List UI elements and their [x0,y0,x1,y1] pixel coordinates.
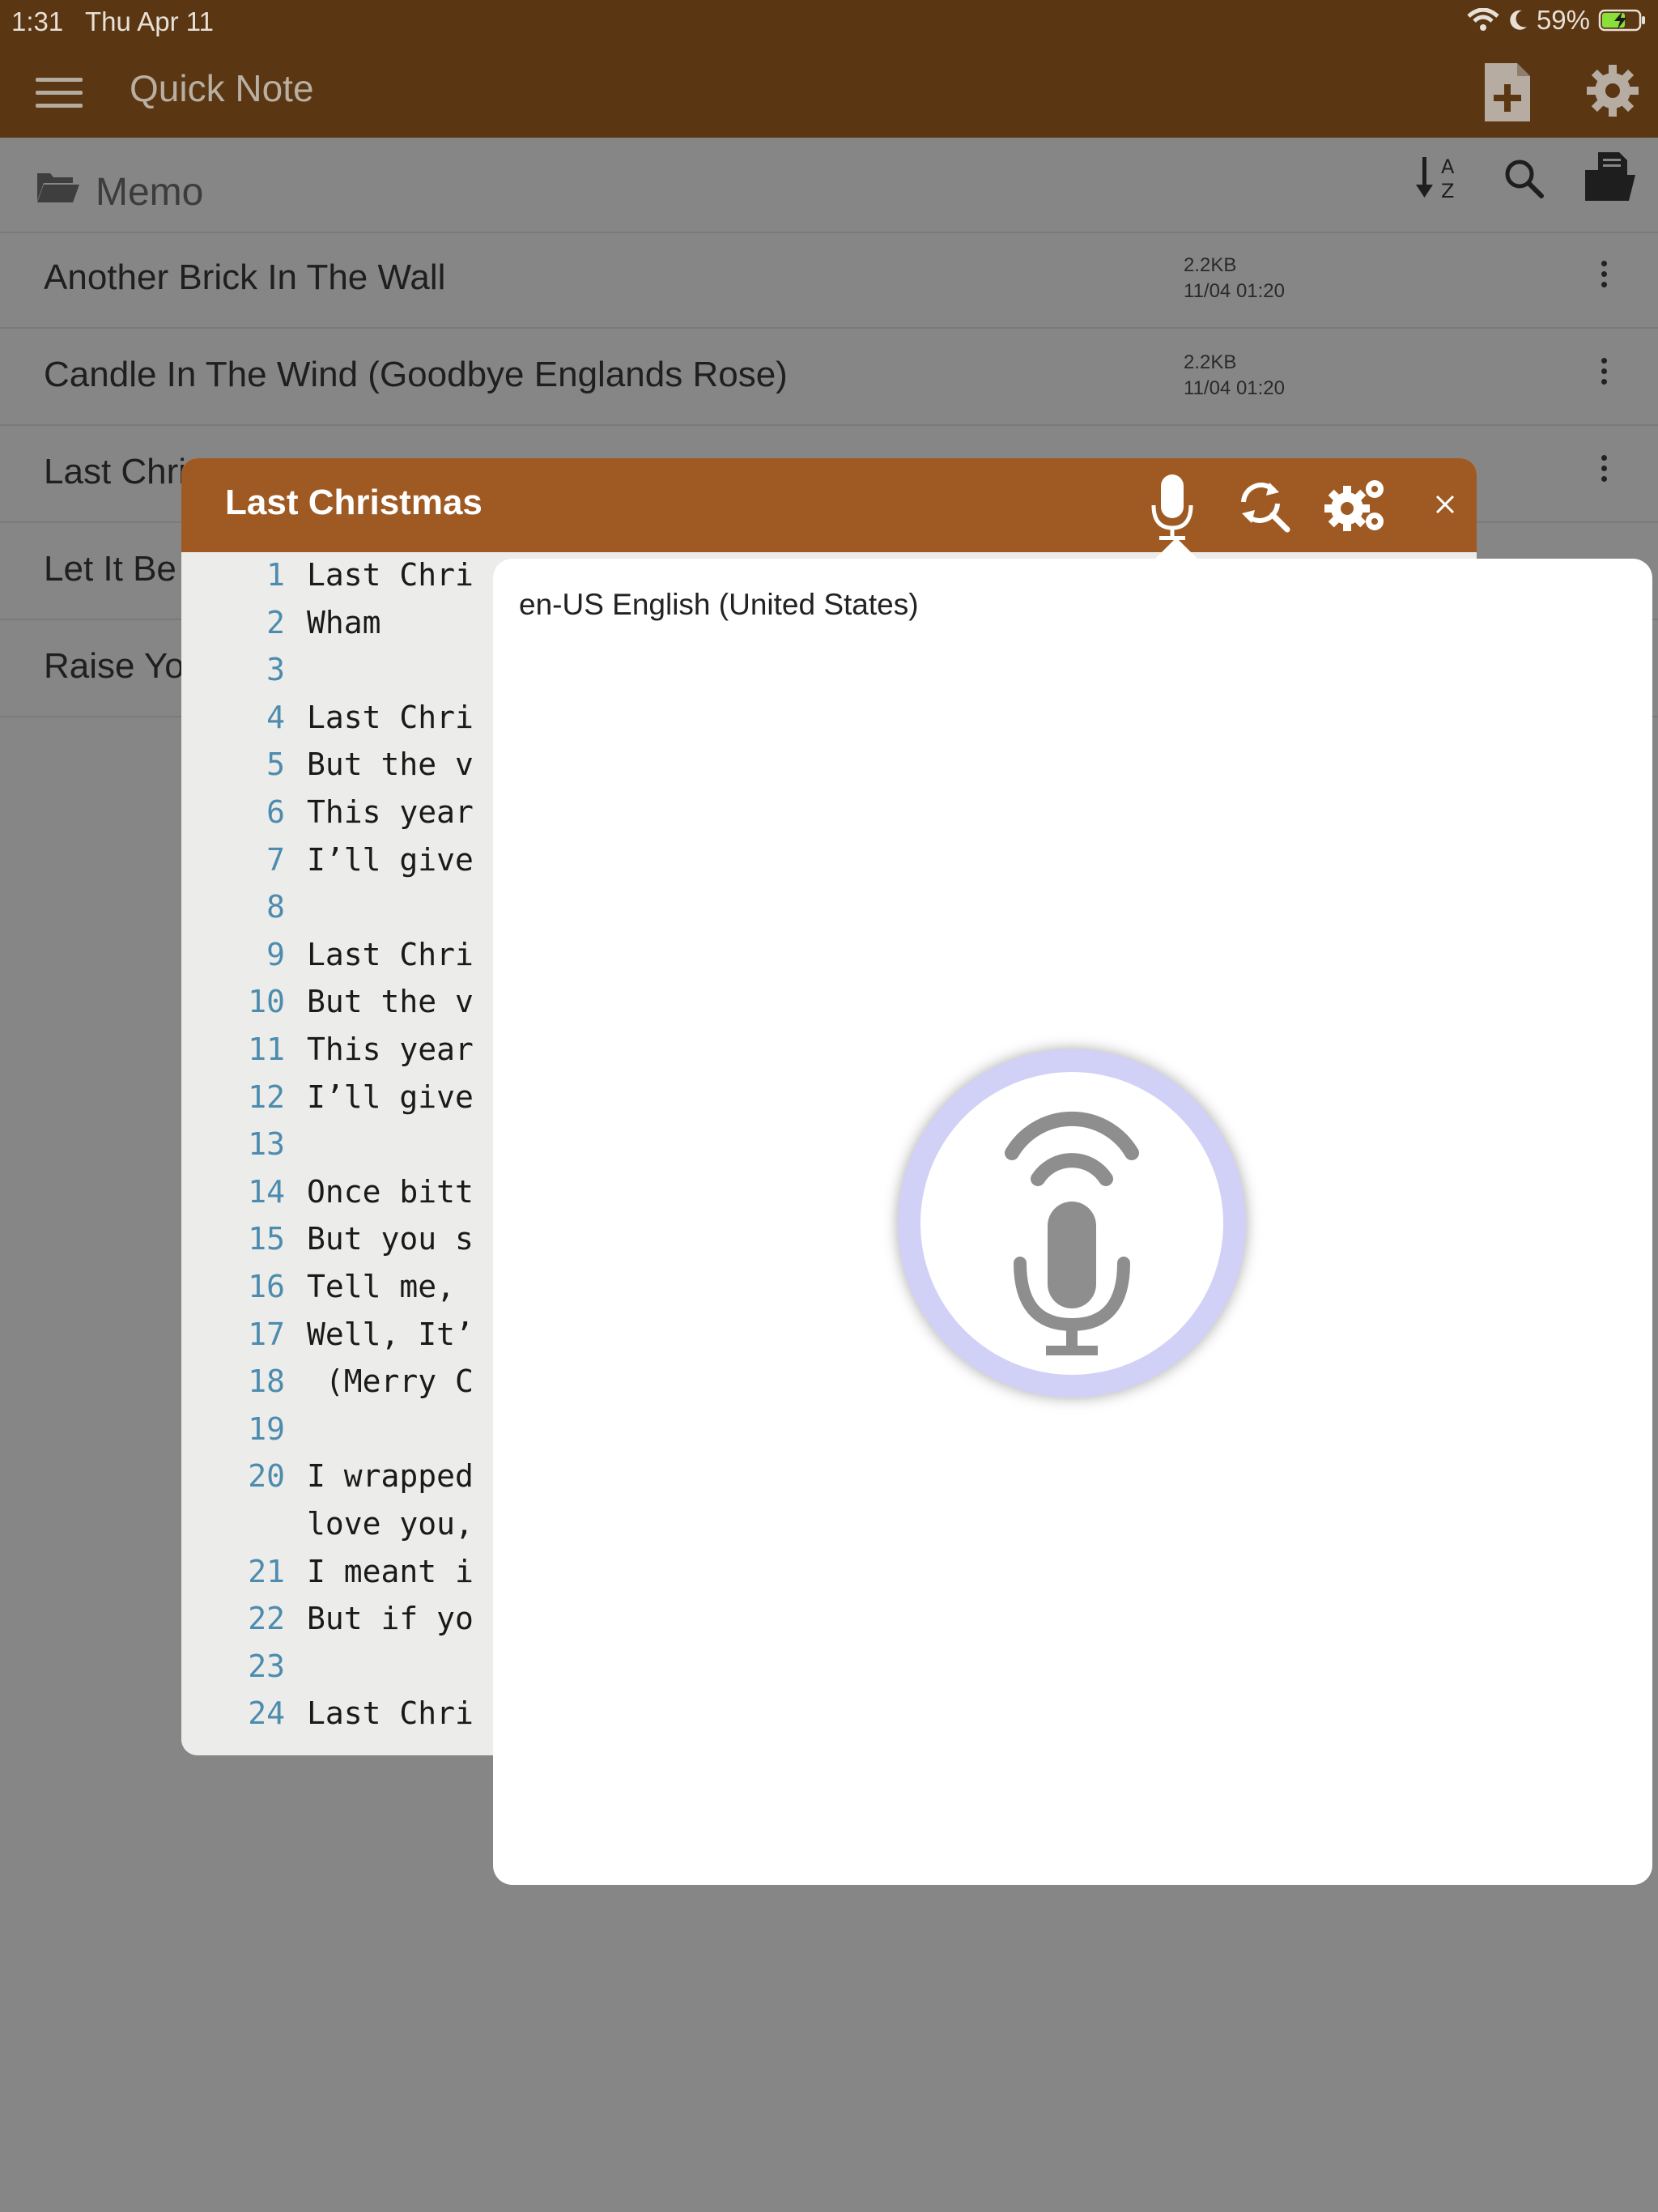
line-text: love you, [307,1506,474,1542]
status-time: 1:31 [11,6,64,36]
line-text: But the v [307,984,474,1020]
status-date: Thu Apr 11 [85,6,214,36]
language-label[interactable]: en-US English (United States) [519,588,919,622]
folder-header: Memo A Z [0,138,1658,233]
line-number: 18 [248,1363,285,1400]
line-text: Last Chri [307,557,474,593]
line-number: 10 [248,984,285,1020]
editor-header: Last Christmas [181,458,1477,552]
note-date: 11/04 01:20 [1184,377,1286,399]
status-bar: 1:31 Thu Apr 11 59% [0,0,1658,42]
multiple-gears-icon[interactable] [1323,474,1389,536]
line-number: 5 [266,747,285,783]
line-number: 8 [266,889,285,925]
note-title: Let It Be [44,549,176,589]
line-text: Wham [307,604,381,640]
svg-text:Z: Z [1441,180,1454,202]
line-number: 12 [248,1078,285,1115]
editor-title: Last Christmas [225,483,483,522]
search-icon[interactable] [1503,157,1545,199]
line-number: 15 [248,1221,285,1257]
battery-percent: 59% [1536,5,1590,35]
line-number: 1 [266,557,285,593]
line-text: But the v [307,747,474,783]
note-size: 2.2KB [1184,351,1237,373]
line-number: 13 [248,1126,285,1163]
line-number: 23 [248,1648,285,1684]
note-title: Another Brick In The Wall [44,257,446,297]
svg-text:A: A [1441,155,1455,178]
app-bar: Quick Note [0,42,1658,138]
close-icon[interactable] [1435,494,1456,515]
battery-charging-icon [1598,9,1645,32]
voice-microphone-icon [1005,1111,1139,1355]
more-options-icon[interactable] [1601,261,1611,292]
moon-icon [1510,10,1527,30]
line-text: (Merry C [307,1363,474,1400]
note-title: Last Chri [44,452,187,491]
line-text: I’ll give [307,1078,474,1115]
more-options-icon[interactable] [1601,358,1611,389]
line-text: Well, It’ [307,1316,474,1352]
status-right: 59% [1467,5,1647,36]
note-title: Raise Yo [44,646,185,686]
line-text: This year [307,794,474,830]
line-number: 6 [266,794,285,830]
line-number: 9 [266,936,285,972]
new-note-icon[interactable] [1482,60,1533,125]
sort-az-icon[interactable]: A Z [1415,152,1464,204]
line-number: 19 [248,1410,285,1447]
line-text: But you s [307,1221,474,1257]
line-number: 17 [248,1316,285,1352]
line-text: Once bitt [307,1173,474,1210]
line-text: I’ll give [307,841,474,878]
line-text: Last Chri [307,699,474,735]
voice-input-inner [920,1072,1223,1375]
note-row[interactable]: Candle In The Wind (Goodbye Englands Ros… [0,329,1658,426]
wifi-icon [1467,8,1499,31]
line-text: Last Chri [307,1695,474,1732]
line-number: 14 [248,1173,285,1210]
popover-arrow [1155,538,1197,559]
line-number: 4 [266,699,285,735]
line-text: But if yo [307,1601,474,1637]
voice-input-button[interactable] [898,1049,1246,1397]
note-row[interactable]: Another Brick In The Wall 2.2KB 11/04 01… [0,232,1658,329]
settings-gear-icon[interactable] [1585,63,1640,118]
note-date: 11/04 01:20 [1184,280,1286,302]
line-text: I meant i [307,1553,474,1589]
menu-icon[interactable] [36,78,83,108]
line-number: 16 [248,1269,285,1304]
line-number: 24 [248,1695,285,1732]
line-number: 11 [248,1032,285,1067]
line-text: This year [307,1032,474,1067]
find-replace-icon[interactable] [1237,479,1290,533]
note-title: Candle In The Wind (Goodbye Englands Ros… [44,355,788,394]
line-text: I wrapped [307,1458,474,1495]
open-file-icon[interactable] [1584,151,1637,202]
app-title: Quick Note [130,67,314,109]
speech-recognition-popover: en-US English (United States) [493,538,1652,1885]
more-options-icon[interactable] [1601,455,1611,487]
line-number: 22 [248,1601,285,1637]
line-number: 3 [266,652,285,688]
line-text: Tell me, [307,1269,456,1304]
folder-open-icon [37,173,79,202]
line-number: 7 [266,841,285,878]
microphone-icon[interactable] [1150,473,1195,542]
note-size: 2.2KB [1184,254,1237,276]
line-number: 21 [248,1553,285,1589]
line-number: 20 [248,1458,285,1495]
line-number: 2 [266,604,285,640]
line-text: Last Chri [307,936,474,972]
folder-title: Memo [96,171,204,214]
